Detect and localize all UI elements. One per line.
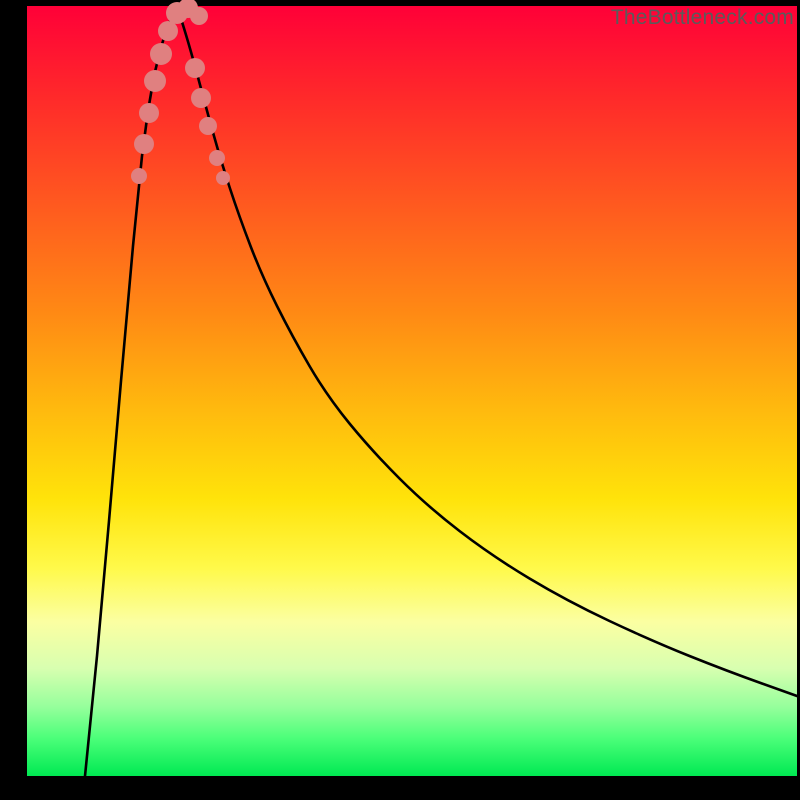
data-point xyxy=(150,43,172,65)
data-point xyxy=(185,58,205,78)
data-point xyxy=(191,88,211,108)
data-point xyxy=(131,168,147,184)
data-point xyxy=(144,70,166,92)
data-point xyxy=(199,117,217,135)
chart-frame: TheBottleneck.com xyxy=(0,0,800,800)
data-point xyxy=(209,150,225,166)
watermark-text: TheBottleneck.com xyxy=(611,6,794,30)
data-point xyxy=(134,134,154,154)
curve-layer xyxy=(85,6,797,776)
chart-svg xyxy=(27,6,797,776)
data-point xyxy=(158,21,178,41)
marker-layer xyxy=(131,0,230,185)
data-point xyxy=(139,103,159,123)
data-point xyxy=(190,7,208,25)
curve-left-branch xyxy=(85,6,177,776)
data-point xyxy=(216,171,230,185)
plot-area xyxy=(27,6,797,776)
curve-right-branch xyxy=(177,6,797,696)
